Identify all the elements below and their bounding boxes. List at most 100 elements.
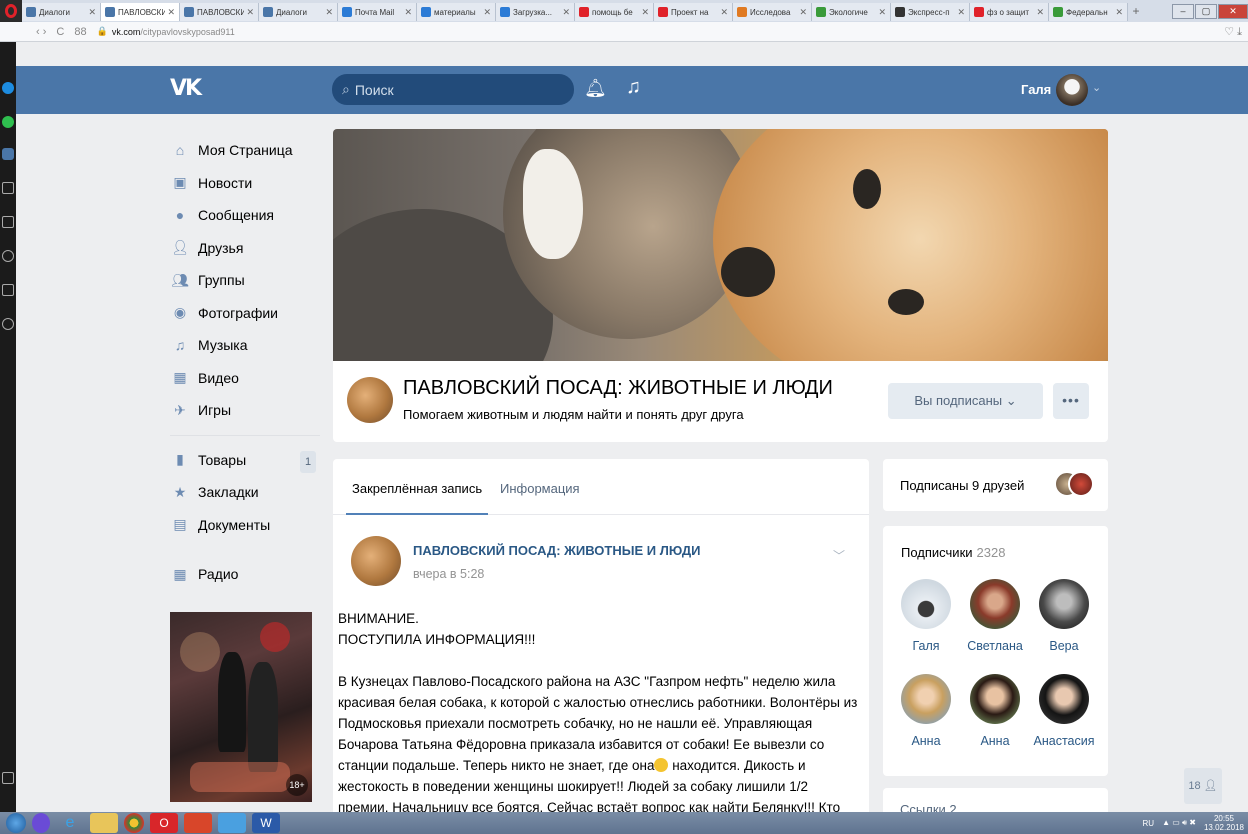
subscriber-item[interactable]: Анна xyxy=(893,674,959,748)
chevron-down-icon[interactable]: ⌄ xyxy=(1092,81,1101,94)
heart-bookmark-icon[interactable]: ♡ ⤓ xyxy=(1224,25,1242,39)
reload-icon[interactable]: C xyxy=(56,26,64,38)
browser-tab[interactable]: Федеральн ✕ xyxy=(1049,3,1128,21)
post-timestamp[interactable]: вчера в 5:28 xyxy=(413,567,484,581)
nav-item-groups[interactable]: 👥︎ Группы xyxy=(170,264,320,297)
user-name[interactable]: Галя xyxy=(1021,82,1051,97)
powerpoint-icon[interactable] xyxy=(184,813,212,833)
back-forward-icon[interactable]: ‹ › xyxy=(36,26,46,38)
tab-close-icon[interactable]: ✕ xyxy=(799,7,807,18)
tab-close-icon[interactable]: ✕ xyxy=(325,7,333,18)
bell-icon[interactable]: 🔔︎ xyxy=(584,78,607,99)
camera-icon[interactable] xyxy=(2,182,14,194)
browser-tab[interactable]: материалы ✕ xyxy=(417,3,496,21)
address-bar[interactable]: ‹ › C 88 🔒 vk.com /citypavlovskyposad911… xyxy=(0,22,1248,42)
opera-menu-button[interactable] xyxy=(0,0,22,22)
news-side-icon[interactable] xyxy=(2,284,14,296)
chevron-down-icon[interactable]: ﹀ xyxy=(833,547,845,564)
word-icon[interactable]: W xyxy=(252,813,280,833)
nav-item-friends[interactable]: 👤︎ Друзья xyxy=(170,232,320,265)
browser-tab[interactable]: Почта Mail ✕ xyxy=(338,3,417,21)
friends-subscribed-card[interactable]: Подписаны 9 друзей xyxy=(883,459,1108,511)
tab-close-icon[interactable]: ✕ xyxy=(878,7,886,18)
nav-item-news[interactable]: ▣ Новости xyxy=(170,167,320,200)
tab-close-icon[interactable]: ✕ xyxy=(957,7,965,18)
nav-item-music[interactable]: ♫ Музыка xyxy=(170,329,320,362)
tab-pinned-post[interactable]: Закреплённая запись xyxy=(352,481,482,496)
tab-close-icon[interactable]: ✕ xyxy=(246,7,254,18)
tab-close-icon[interactable]: ✕ xyxy=(88,7,96,18)
nav-item-photos[interactable]: ◉ Фотографии xyxy=(170,297,320,330)
nav-item-bookmarks[interactable]: ★ Закладки xyxy=(170,476,320,509)
chrome-icon[interactable] xyxy=(124,813,144,833)
close-window-button[interactable]: ✕ xyxy=(1218,3,1248,19)
tab-close-icon[interactable]: ✕ xyxy=(483,7,491,18)
subscriber-item[interactable]: Светлана xyxy=(962,579,1028,653)
subscriber-item[interactable]: Анастасия xyxy=(1031,674,1097,748)
sidebar-toggle-icon[interactable] xyxy=(2,772,14,784)
maximize-button[interactable]: ▢ xyxy=(1195,3,1217,19)
tray-clock[interactable]: 20:55 13.02.2018 xyxy=(1204,814,1244,832)
browser-tab[interactable]: ПАВЛОВСКИ ✕ xyxy=(101,3,180,21)
nav-item-video[interactable]: ▦ Видео xyxy=(170,362,320,395)
nav-item-documents[interactable]: ▤ Документы xyxy=(170,509,320,542)
subscribers-title[interactable]: Подписчики 2328 xyxy=(901,545,1005,560)
url-domain[interactable]: vk.com xyxy=(112,27,141,37)
tab-close-icon[interactable]: ✕ xyxy=(562,7,570,18)
user-avatar[interactable] xyxy=(1056,74,1088,106)
browser-tab[interactable]: Экологиче ✕ xyxy=(812,3,891,21)
vk-logo[interactable]: VK xyxy=(170,76,202,101)
search-box[interactable]: ⌕ xyxy=(332,74,574,105)
browser-tab[interactable]: Диалоги ✕ xyxy=(259,3,338,21)
app-icon[interactable] xyxy=(218,813,246,833)
online-friends-badge[interactable]: 18 👤︎ xyxy=(1184,768,1222,804)
history-icon[interactable] xyxy=(2,318,14,330)
nav-item-market[interactable]: ▮ Товары 1 xyxy=(170,444,320,477)
new-tab-button[interactable]: + xyxy=(1128,4,1144,18)
nav-item-messages[interactable]: ● Сообщения xyxy=(170,199,320,232)
tab-information[interactable]: Информация xyxy=(500,481,580,496)
browser-tab[interactable]: Проект на ✕ xyxy=(654,3,733,21)
explorer-icon[interactable] xyxy=(90,813,118,833)
browser-tab[interactable]: помощь бе ✕ xyxy=(575,3,654,21)
subscriber-item[interactable]: Галя xyxy=(893,579,959,653)
post-author-avatar[interactable] xyxy=(351,536,401,586)
tab-close-icon[interactable]: ✕ xyxy=(1115,7,1123,18)
nav-item-radio[interactable]: ▦ Радио xyxy=(170,558,320,591)
browser-tab[interactable]: Загрузка... ✕ xyxy=(496,3,575,21)
group-avatar[interactable] xyxy=(347,377,393,423)
opera-taskbar-icon[interactable]: O xyxy=(150,813,178,833)
tab-close-icon[interactable]: ✕ xyxy=(1036,7,1044,18)
start-button[interactable] xyxy=(6,813,26,833)
tray-icons[interactable]: ▲ ▭ 🔊︎ ✖ xyxy=(1162,818,1196,828)
speed-dial-icon[interactable]: 88 xyxy=(74,26,86,38)
search-input[interactable] xyxy=(354,81,545,98)
browser-tab[interactable]: Диалоги ✕ xyxy=(22,3,101,21)
language-indicator[interactable]: RU xyxy=(1143,819,1155,828)
more-actions-button[interactable]: ••• xyxy=(1053,383,1089,419)
tab-close-icon[interactable]: ✕ xyxy=(641,7,649,18)
promo-photo[interactable]: 18+ xyxy=(170,612,312,802)
alice-icon[interactable] xyxy=(32,813,50,833)
nav-item-home[interactable]: ⌂ Моя Страница xyxy=(170,134,320,167)
subscriber-item[interactable]: Вера xyxy=(1031,579,1097,653)
post-author-link[interactable]: ПАВЛОВСКИЙ ПОСАД: ЖИВОТНЫЕ И ЛЮДИ xyxy=(413,543,701,558)
vk-sidebar-icon[interactable] xyxy=(2,148,14,160)
browser-tab[interactable]: Экспресс-п ✕ xyxy=(891,3,970,21)
music-player-icon[interactable]: ♫ xyxy=(626,76,641,99)
subscriber-item[interactable]: Анна xyxy=(962,674,1028,748)
tab-close-icon[interactable]: ✕ xyxy=(720,7,728,18)
speed-dial-side-icon[interactable] xyxy=(2,216,14,228)
ie-icon[interactable]: e xyxy=(56,813,84,833)
subscribed-button[interactable]: Вы подписаны ⌄ xyxy=(888,383,1043,419)
browser-tab[interactable]: фз о защит ✕ xyxy=(970,3,1049,21)
browser-tab[interactable]: Исследова ✕ xyxy=(733,3,812,21)
tab-close-icon[interactable]: ✕ xyxy=(167,7,175,18)
nav-item-games[interactable]: ✈ Игры xyxy=(170,394,320,427)
messenger-icon[interactable] xyxy=(2,82,14,94)
minimize-button[interactable]: – xyxy=(1172,3,1194,19)
whatsapp-icon[interactable] xyxy=(2,116,14,128)
heart-icon[interactable] xyxy=(2,250,14,262)
tab-close-icon[interactable]: ✕ xyxy=(404,7,412,18)
url-path[interactable]: /citypavlovskyposad911 xyxy=(140,27,234,37)
